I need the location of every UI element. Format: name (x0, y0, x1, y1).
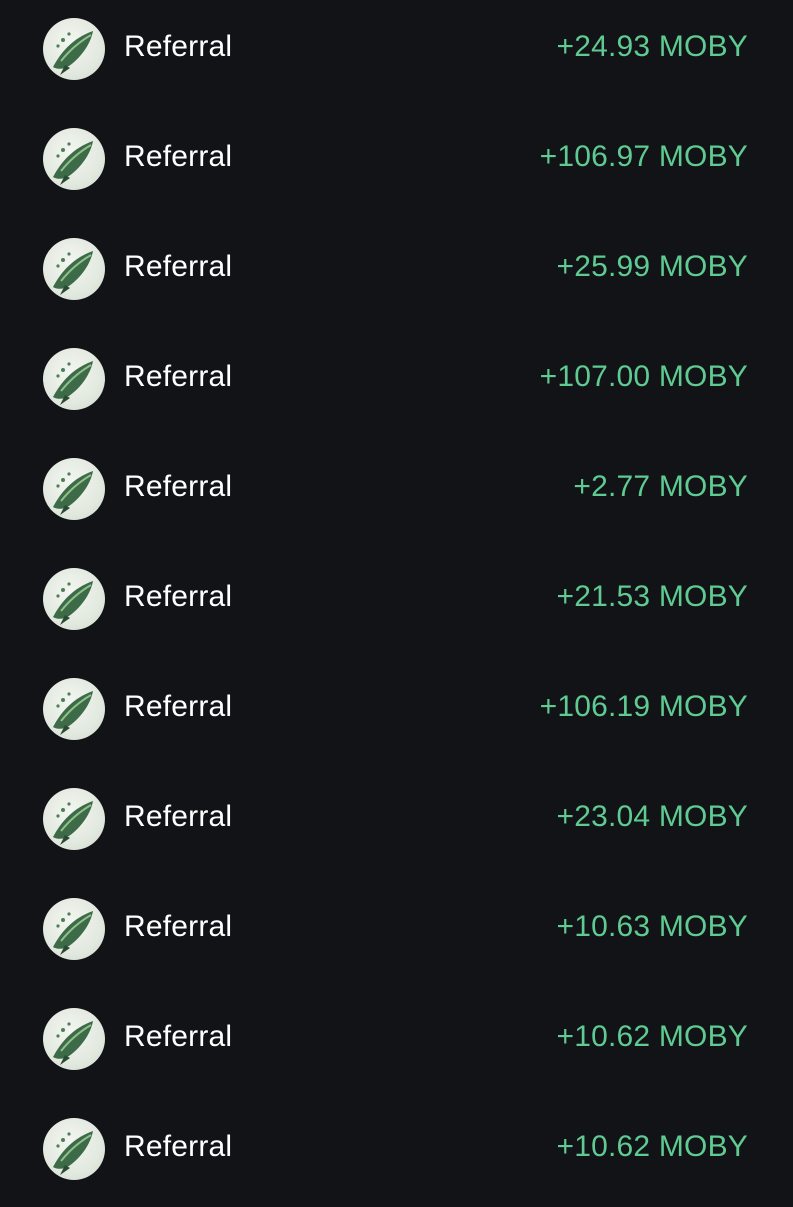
transaction-label: Referral (124, 580, 233, 613)
transaction-label: Referral (124, 690, 233, 723)
transaction-row[interactable]: Referral +21.53 MOBY (0, 547, 793, 657)
whale-token-icon (43, 898, 105, 960)
transaction-row[interactable]: Referral +23.04 MOBY (0, 767, 793, 877)
transaction-label: Referral (124, 1130, 233, 1163)
whale-token-icon (43, 458, 105, 520)
transaction-row[interactable]: Referral +10.62 MOBY (0, 1097, 793, 1207)
transaction-amount: +21.53 MOBY (556, 580, 748, 613)
transaction-amount: +10.62 MOBY (556, 1020, 748, 1053)
transaction-label: Referral (124, 250, 233, 283)
whale-token-icon (43, 1118, 105, 1180)
transaction-label: Referral (124, 360, 233, 393)
transaction-list: Referral +24.93 MOBY Referral +106.97 MO… (0, 0, 793, 1200)
transaction-amount: +24.93 MOBY (556, 30, 748, 63)
transaction-label: Referral (124, 1020, 233, 1053)
transaction-row[interactable]: Referral +107.00 MOBY (0, 327, 793, 437)
transaction-row[interactable]: Referral +24.93 MOBY (0, 0, 793, 107)
transaction-amount: +23.04 MOBY (556, 800, 748, 833)
transaction-label: Referral (124, 910, 233, 943)
transaction-amount: +107.00 MOBY (539, 360, 748, 393)
transaction-amount: +10.63 MOBY (556, 910, 748, 943)
whale-token-icon (43, 788, 105, 850)
transaction-row[interactable]: Referral +10.63 MOBY (0, 877, 793, 987)
transaction-row[interactable]: Referral +10.62 MOBY (0, 987, 793, 1097)
transaction-label: Referral (124, 470, 233, 503)
whale-token-icon (43, 18, 105, 80)
transaction-row[interactable]: Referral +2.77 MOBY (0, 437, 793, 547)
transaction-label: Referral (124, 140, 233, 173)
transaction-amount: +106.97 MOBY (539, 140, 748, 173)
transaction-row[interactable]: Referral +25.99 MOBY (0, 217, 793, 327)
transaction-amount: +25.99 MOBY (556, 250, 748, 283)
transaction-amount: +10.62 MOBY (556, 1130, 748, 1163)
transaction-amount: +2.77 MOBY (573, 470, 748, 503)
whale-token-icon (43, 238, 105, 300)
transaction-row[interactable]: Referral +106.97 MOBY (0, 107, 793, 217)
transaction-amount: +106.19 MOBY (539, 690, 748, 723)
whale-token-icon (43, 128, 105, 190)
whale-token-icon (43, 678, 105, 740)
whale-token-icon (43, 348, 105, 410)
whale-token-icon (43, 1008, 105, 1070)
transaction-row[interactable]: Referral +106.19 MOBY (0, 657, 793, 767)
transaction-label: Referral (124, 30, 233, 63)
transaction-label: Referral (124, 800, 233, 833)
whale-token-icon (43, 568, 105, 630)
